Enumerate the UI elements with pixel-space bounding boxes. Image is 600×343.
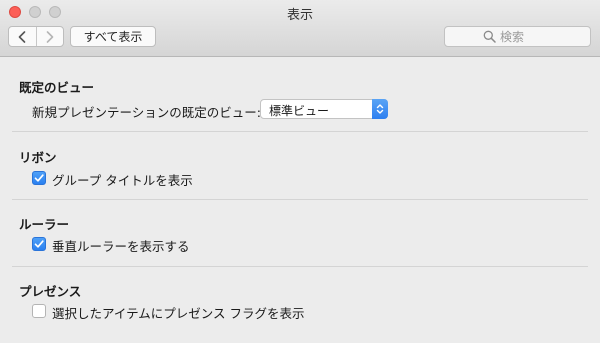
titlebar: 表示 すべて表示: [0, 0, 600, 57]
default-view-label: 新規プレゼンテーションの既定のビュー:: [32, 105, 261, 120]
presence-flags-label[interactable]: 選択したアイテムにプレゼンス フラグを表示: [52, 303, 304, 322]
divider: [12, 199, 588, 200]
section-title-ribbon: リボン: [19, 150, 57, 165]
back-button[interactable]: [9, 27, 36, 46]
divider: [12, 131, 588, 132]
popup-stepper-icon: [372, 99, 388, 119]
search-icon: [483, 30, 496, 43]
section-title-ruler: ルーラー: [19, 217, 70, 232]
show-group-titles-checkbox[interactable]: [32, 171, 46, 185]
search-field[interactable]: [444, 26, 591, 47]
checkmark-icon: [33, 238, 45, 250]
default-view-popup[interactable]: 標準ビュー: [260, 99, 388, 119]
preferences-window: 表示 すべて表示 既定のビュー 新規プレゼンテーションの既定のビュー:: [0, 0, 600, 343]
section-title-default-view: 既定のビュー: [19, 80, 95, 95]
preferences-content: 既定のビュー 新規プレゼンテーションの既定のビュー: 標準ビュー リボン グルー…: [0, 57, 600, 343]
navigation-buttons: [8, 26, 64, 47]
vertical-ruler-checkbox[interactable]: [32, 237, 46, 251]
window-title: 表示: [286, 8, 313, 23]
vertical-ruler-label[interactable]: 垂直ルーラーを表示する: [52, 236, 190, 255]
divider: [12, 266, 588, 267]
back-chevron-icon: [18, 30, 26, 43]
checkmark-icon: [33, 172, 45, 184]
search-input[interactable]: [500, 29, 552, 44]
section-title-presence: プレゼンス: [19, 284, 82, 299]
show-all-button[interactable]: すべて表示: [70, 26, 156, 47]
show-group-titles-label[interactable]: グループ タイトルを表示: [52, 170, 193, 189]
forward-button[interactable]: [35, 27, 64, 46]
default-view-selected-value: 標準ビュー: [269, 104, 330, 118]
forward-chevron-icon: [46, 30, 54, 43]
presence-flags-checkbox[interactable]: [32, 304, 46, 318]
